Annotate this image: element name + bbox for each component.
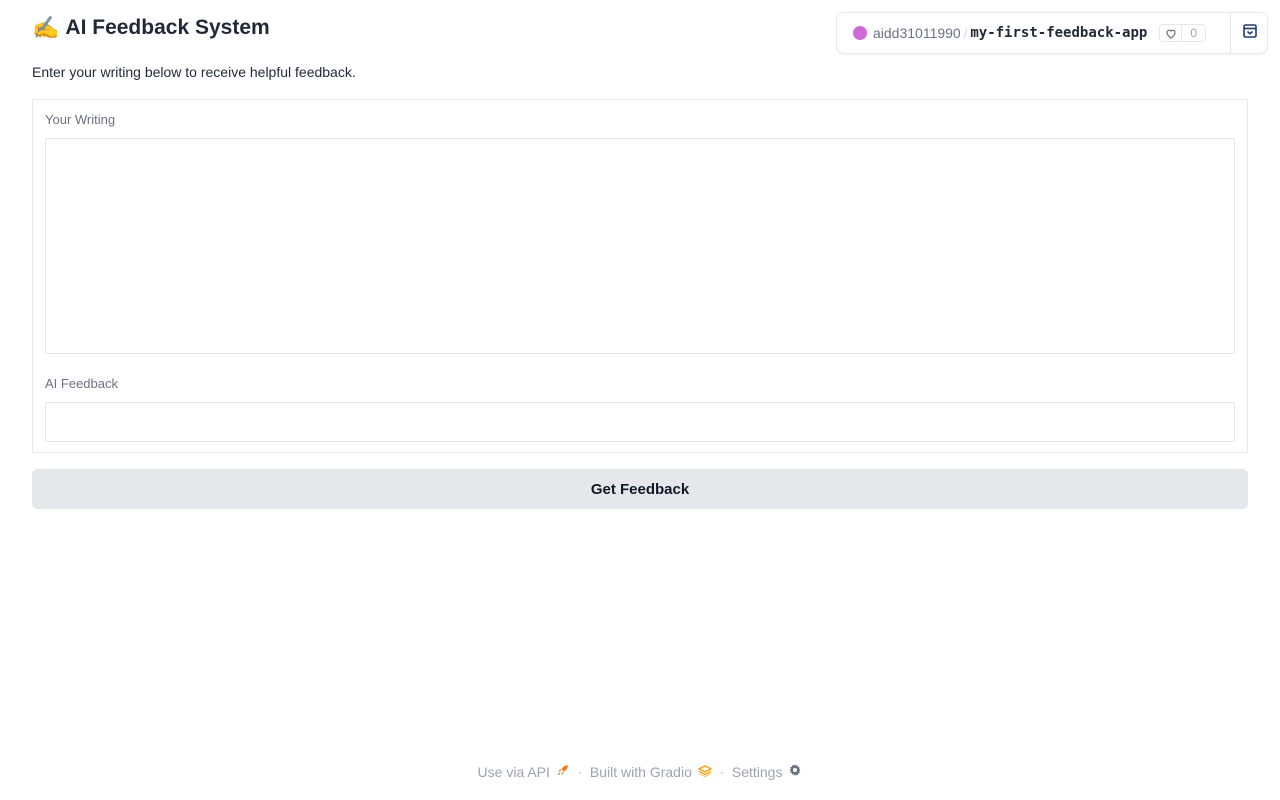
space-badge: aidd31011990 / my-first-feedback-app 0 [836,12,1268,54]
space-owner-link[interactable]: aidd31011990 [873,25,961,41]
feedback-label: AI Feedback [45,376,118,391]
page-subtitle: Enter your writing below to receive help… [32,64,356,80]
like-button[interactable]: 0 [1159,24,1207,42]
built-with-gradio-link[interactable]: Built with Gradio [589,763,713,780]
footer-separator: · [719,764,724,779]
collapse-icon [1242,23,1258,44]
form-card: Your Writing AI Feedback [32,99,1248,453]
gradio-logo-icon [697,764,713,780]
footer: Use via API · Built with Gradio · Settin… [0,763,1280,780]
use-via-api-label: Use via API [477,763,550,780]
writing-input[interactable] [45,138,1235,354]
writing-label: Your Writing [45,112,116,127]
space-separator: / [963,25,968,41]
like-count: 0 [1190,26,1198,40]
use-via-api-link[interactable]: Use via API [478,763,570,780]
writing-hand-icon: ✍️ [32,15,60,40]
built-with-gradio-label: Built with Gradio [589,763,692,780]
feedback-output[interactable] [45,402,1235,442]
app-page: ✍️ AI Feedback System Enter your writing… [0,0,1280,800]
rocket-icon [556,763,570,780]
space-name-link[interactable]: my-first-feedback-app [970,25,1147,41]
get-feedback-button[interactable]: Get Feedback [32,469,1248,509]
space-avatar [853,26,867,40]
settings-label: Settings [731,763,783,780]
footer-separator: · [577,764,582,779]
page-title-text: AI Feedback System [65,16,270,39]
collapse-header-button[interactable] [1231,13,1268,53]
gear-icon [788,763,802,780]
settings-link[interactable]: Settings [732,763,803,780]
heart-icon [1160,25,1183,41]
page-title: ✍️ AI Feedback System [32,16,270,40]
